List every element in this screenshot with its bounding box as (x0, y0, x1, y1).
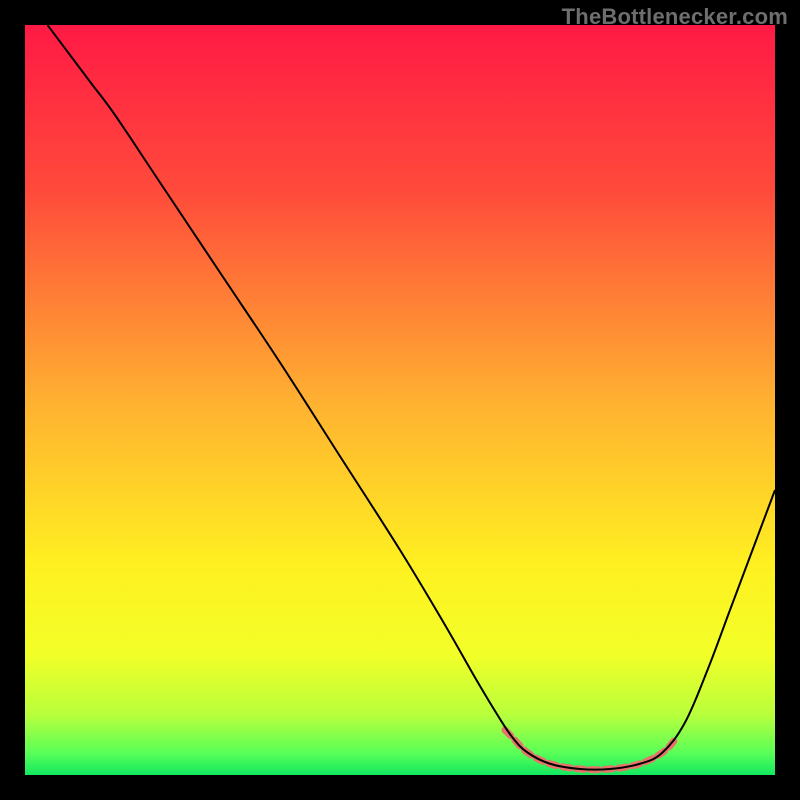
watermark: TheBottlenecker.com (562, 4, 788, 30)
chart-container: TheBottlenecker.com (0, 0, 800, 800)
bottleneck-chart (0, 0, 800, 800)
gradient-background (25, 25, 775, 775)
